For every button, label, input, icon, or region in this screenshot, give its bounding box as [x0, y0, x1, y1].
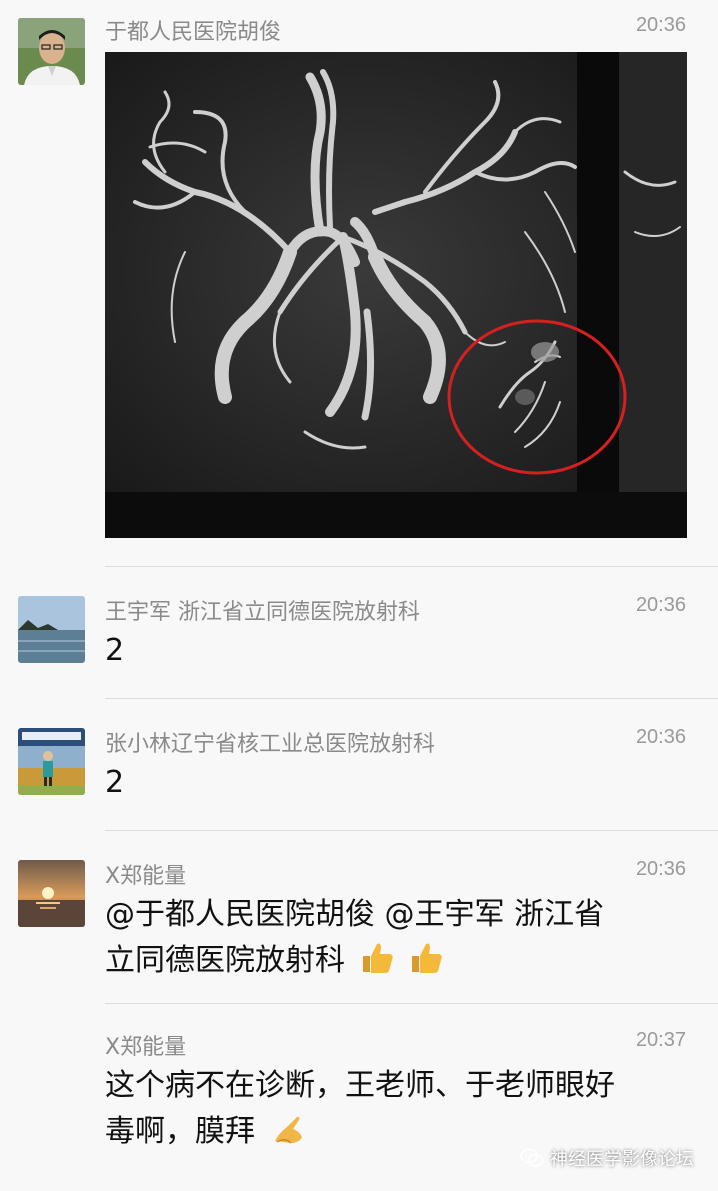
sender-name: X郑能量 — [105, 1035, 187, 1060]
message-line: 这个病不在诊断，王老师、于老师眼好 — [105, 1068, 615, 1103]
avatar[interactable] — [18, 860, 85, 927]
praying-hands-icon — [274, 1116, 302, 1144]
message-text: 2 — [105, 765, 125, 800]
message-text: 这个病不在诊断，王老师、于老师眼好 毒啊，膜拜 — [105, 1063, 685, 1155]
message-line: @于都人民医院胡俊 @王宇军 浙江省 — [105, 897, 605, 932]
message-line: 毒啊，膜拜 — [105, 1114, 255, 1149]
lake-landscape-avatar-icon — [18, 596, 85, 663]
message-1: 于都人民医院胡俊 20:36 — [0, 0, 718, 560]
message-2: 王宇军 浙江省立同德医院放射科 20:36 2 — [0, 566, 718, 698]
sunset-avatar-icon — [18, 860, 85, 927]
timestamp: 20:36 — [635, 726, 686, 748]
sender-name: X郑能量 — [105, 864, 187, 889]
avatar[interactable] — [18, 728, 85, 795]
message-3: 张小林辽宁省核工业总医院放射科 20:36 2 — [0, 698, 718, 830]
sender-name: 张小林辽宁省核工业总医院放射科 — [105, 732, 436, 757]
thumbs-up-icon — [412, 943, 442, 973]
brain-angiography-image[interactable] — [105, 52, 687, 538]
avatar[interactable] — [18, 596, 85, 663]
timestamp: 20:37 — [635, 1029, 686, 1051]
message-4: X郑能量 20:36 @于都人民医院胡俊 @王宇军 浙江省 立同德医院放射科 — [0, 830, 718, 1002]
watermark: 神经医学影像论坛 — [520, 1145, 694, 1171]
watermark-text: 神经医学影像论坛 — [550, 1149, 694, 1170]
message-line-with-emoji: 立同德医院放射科 — [105, 938, 685, 984]
avatar[interactable] — [18, 18, 85, 85]
person-outdoor-avatar-icon — [18, 728, 85, 795]
timestamp: 20:36 — [635, 858, 686, 880]
thumbs-up-icon — [362, 943, 393, 973]
message-text: @于都人民医院胡俊 @王宇军 浙江省 立同德医院放射科 — [105, 892, 685, 984]
message-text: 2 — [105, 633, 125, 668]
angiography-scan-graphic — [105, 52, 687, 538]
sender-name: 于都人民医院胡俊 — [105, 20, 282, 45]
sender-name: 王宇军 浙江省立同德医院放射科 — [105, 600, 420, 625]
person-portrait-avatar-icon — [18, 18, 85, 85]
timestamp: 20:36 — [635, 594, 686, 616]
wechat-icon — [520, 1148, 544, 1167]
message-line: 立同德医院放射科 — [105, 943, 345, 978]
timestamp: 20:36 — [635, 14, 686, 36]
